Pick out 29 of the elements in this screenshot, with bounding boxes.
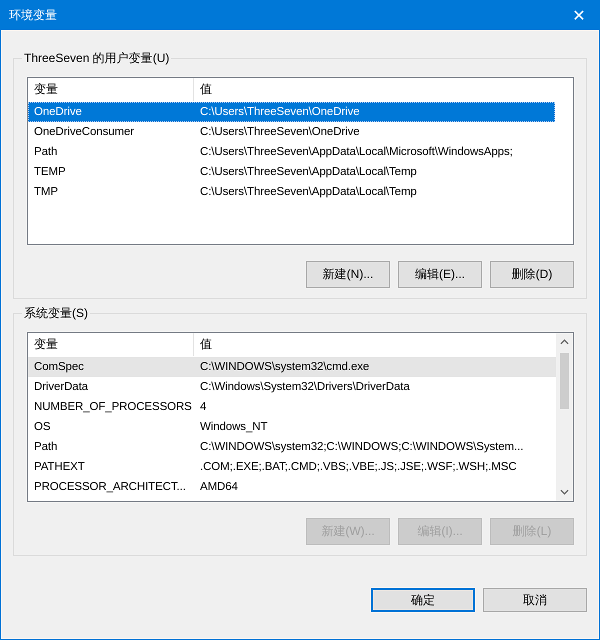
action-button[interactable]: 删除(D) xyxy=(490,261,574,288)
group-label: ThreeSeven 的用户变量(U) xyxy=(22,50,172,67)
dialog-button[interactable]: 取消 xyxy=(483,588,587,612)
list-row[interactable]: PROCESSOR_ARCHITECT... AMD64 xyxy=(28,477,556,497)
list-row[interactable]: OneDriveConsumer C:\Users\ThreeSeven\OneDrive xyxy=(28,122,555,142)
scroll-up-icon[interactable] xyxy=(560,338,569,346)
action-button[interactable]: 编辑(E)... xyxy=(398,261,482,288)
list-row[interactable]: OS Windows_NT xyxy=(28,417,556,437)
column-header[interactable]: 值 xyxy=(194,78,555,101)
list-row[interactable]: NUMBER_OF_PROCESSORS 4 xyxy=(28,397,556,417)
scroll-down-icon[interactable] xyxy=(560,488,569,496)
dialog-button[interactable]: 确定 xyxy=(371,588,475,612)
list-row[interactable]: Path C:\Users\ThreeSeven\AppData\Local\Microsoft\WindowsApps; xyxy=(28,142,555,162)
scrollbar[interactable] xyxy=(556,333,573,501)
list-row[interactable]: PATHEXT .COM;.EXE;.BAT;.CMD;.VBS;.VBE;.JS;.JSE;.WSF;.WSH;.MSC xyxy=(28,457,556,477)
group-label: 系统变量(S) xyxy=(22,305,90,322)
window-title: 环境变量 xyxy=(9,7,57,24)
list-row[interactable]: Path C:\WINDOWS\system32;C:\WINDOWS;C:\WINDOWS\System... xyxy=(28,437,556,457)
column-header[interactable]: 值 xyxy=(194,333,556,356)
list-row[interactable]: ComSpec C:\WINDOWS\system32\cmd.exe xyxy=(28,357,556,377)
list-row[interactable]: OneDrive C:\Users\ThreeSeven\OneDrive xyxy=(28,102,555,122)
list-row[interactable]: DriverData C:\Windows\System32\Drivers\DriverData xyxy=(28,377,556,397)
action-button[interactable]: 新建(N)... xyxy=(306,261,390,288)
close-button[interactable]: ✕ xyxy=(559,1,599,30)
list-row[interactable]: TEMP C:\Users\ThreeSeven\AppData\Local\Temp xyxy=(28,162,555,182)
list-row[interactable]: TMP C:\Users\ThreeSeven\AppData\Local\Temp xyxy=(28,182,555,202)
column-header[interactable]: 变量 xyxy=(28,333,194,356)
scroll-thumb[interactable] xyxy=(560,353,569,409)
column-header[interactable]: 变量 xyxy=(28,78,194,101)
